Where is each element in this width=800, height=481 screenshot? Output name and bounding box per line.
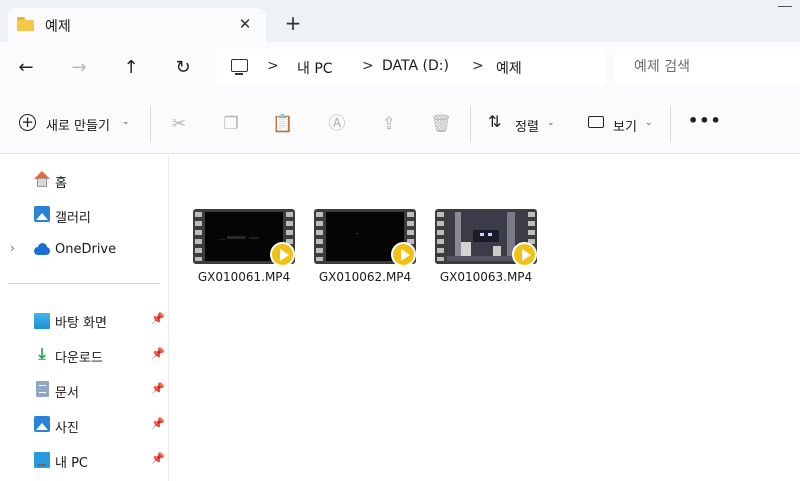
chevron-down-icon: ⌄ [122,117,130,127]
sidebar-item-label: OneDrive [55,242,117,257]
plus-icon[interactable]: + [282,12,304,34]
cut-icon[interactable]: ✂ [168,113,190,135]
tab-current[interactable]: 예제 ✕ [8,8,266,42]
divider [150,106,151,142]
sidebar-item-gallery[interactable]: 갤러리 [0,199,168,229]
play-icon [391,242,416,267]
navigation-bar: ← → ↑ ↻ > 내 PC > DATA (D:) > 예제 [0,42,800,94]
paste-icon[interactable]: 📋 [272,113,294,135]
breadcrumb-drive[interactable]: DATA (D:) [382,58,449,74]
onedrive-icon [34,241,50,257]
chevron-down-icon: ⌄ [547,118,555,128]
gallery-icon [34,206,50,222]
file-name: GX010061.MP4 [197,270,291,284]
sidebar-item-desktop[interactable]: 바탕 화면 📌 [0,304,168,334]
arrow-up-icon[interactable]: ↑ [119,56,143,80]
arrow-left-icon[interactable]: ← [14,56,38,80]
folder-icon [17,17,34,31]
sidebar-item-label: 사진 [55,421,79,436]
sidebar-item-home[interactable]: 홈 [0,164,168,194]
pictures-icon [34,416,50,432]
pin-icon[interactable]: 📌 [151,417,165,430]
sidebar-item-label: 문서 [55,386,79,401]
divider [670,106,671,142]
download-icon: ⤓ [38,344,46,363]
view-icon [588,116,604,128]
title-bar: 예제 ✕ + [0,0,800,42]
this-pc-icon [34,452,50,468]
home-icon [34,171,50,187]
copy-icon[interactable]: ❐ [220,113,242,135]
address-bar[interactable]: > 내 PC > DATA (D:) > 예제 [217,49,606,85]
divider [470,106,471,142]
tab-title: 예제 [45,19,71,35]
documents-icon [36,381,49,397]
sidebar-item-downloads[interactable]: ⤓ 다운로드 📌 [0,339,168,369]
new-button-label: 새로 만들기 [46,119,110,134]
refresh-icon[interactable]: ↻ [171,56,195,80]
close-icon[interactable]: ✕ [234,13,256,35]
sidebar-item-pictures[interactable]: 사진 📌 [0,409,168,439]
view-button-label: 보기 [613,120,637,135]
sidebar-item-label: 갤러리 [55,211,91,226]
pin-icon[interactable]: 📌 [151,347,165,360]
pin-icon[interactable]: 📌 [151,382,165,395]
chevron-right-icon[interactable]: › [10,241,15,255]
command-bar: + 새로 만들기 ⌄ ✂ ❐ 📋 Ⓐ ⇪ 🗑 ⇅ 정렬 ⌄ 보기 ⌄ ••• [0,94,800,154]
pin-icon[interactable]: 📌 [151,452,165,465]
chevron-right-icon: > [267,58,279,74]
play-icon [270,242,295,267]
file-item[interactable]: GX010062.MP4 [311,209,419,289]
navigation-pane: 홈 갤러리 › OneDrive 바탕 화면 📌 ⤓ 다운로드 📌 문서 📌 사… [0,155,169,481]
rename-icon[interactable]: Ⓐ [326,113,348,135]
sidebar-item-label: 다운로드 [55,351,103,366]
sidebar-item-label: 내 PC [55,456,89,471]
chevron-right-icon: > [362,58,374,74]
chevron-down-icon: ⌄ [645,118,653,128]
breadcrumb-this-pc[interactable]: 내 PC [297,58,333,78]
file-list: GX010061.MP4 GX010062.MP4 GX010063.MP4 [170,155,800,481]
search-input[interactable] [614,49,800,85]
divider [8,283,160,284]
desktop-icon [34,313,50,329]
sort-icon: ⇅ [488,112,502,131]
monitor-icon [231,59,248,75]
file-item[interactable]: GX010061.MP4 [190,209,298,289]
file-name: GX010062.MP4 [318,270,412,284]
arrow-right-icon[interactable]: → [67,56,91,80]
chevron-right-icon: > [472,58,484,74]
view-button[interactable]: 보기 ⌄ [588,112,658,136]
play-icon [512,242,537,267]
sidebar-item-label: 바탕 화면 [55,316,107,331]
share-icon[interactable]: ⇪ [378,113,400,135]
plus-circle-icon: + [19,114,36,131]
breadcrumb-folder[interactable]: 예제 [496,58,522,78]
minimize-icon[interactable] [778,6,792,7]
file-item[interactable]: GX010063.MP4 [432,209,540,289]
file-name: GX010063.MP4 [439,270,533,284]
sort-button[interactable]: ⇅ 정렬 ⌄ [488,112,560,136]
sidebar-item-label: 홈 [55,176,67,191]
delete-icon[interactable]: 🗑 [430,113,452,135]
search-box[interactable] [614,49,800,85]
sort-button-label: 정렬 [515,120,539,135]
sidebar-item-documents[interactable]: 문서 📌 [0,374,168,404]
pin-icon[interactable]: 📌 [151,312,165,325]
sidebar-item-onedrive[interactable]: › OneDrive [0,234,168,264]
more-options-button[interactable]: ••• [688,112,721,134]
sidebar-item-this-pc[interactable]: 내 PC 📌 [0,444,168,474]
